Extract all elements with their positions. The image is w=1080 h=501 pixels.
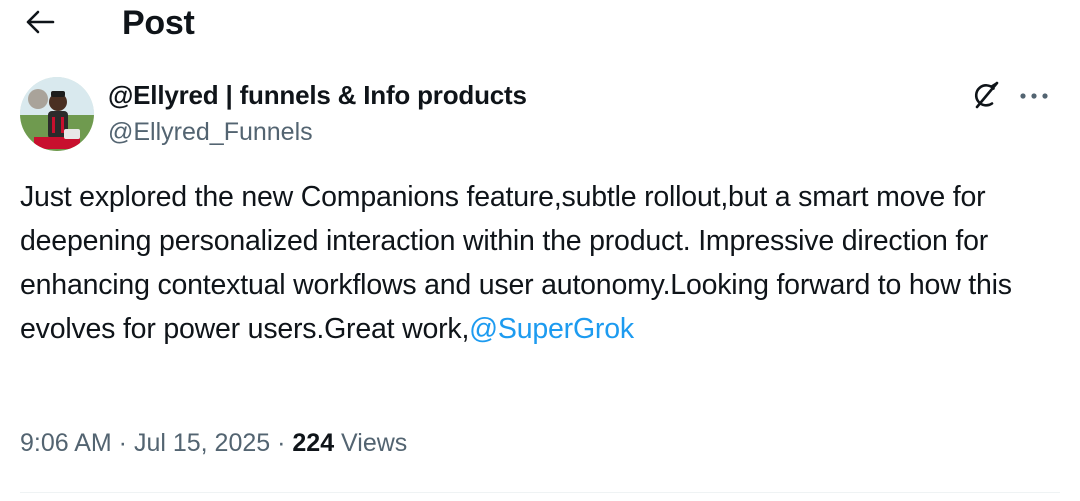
arrow-left-icon bbox=[25, 9, 55, 40]
avatar[interactable] bbox=[20, 77, 94, 151]
mention-link[interactable]: @SuperGrok bbox=[469, 313, 634, 345]
divider bbox=[20, 492, 1060, 493]
meta-separator: · bbox=[111, 429, 134, 457]
post-date[interactable]: Jul 15, 2025 bbox=[134, 429, 270, 457]
page-title: Post bbox=[122, 4, 195, 42]
grok-icon bbox=[970, 79, 1002, 116]
author-handle[interactable]: @Ellyred_Funnels bbox=[108, 116, 313, 148]
post-text: Just explored the new Companions feature… bbox=[20, 175, 1060, 351]
post-detail-page: Post @Ellyred | funnels & Info products … bbox=[0, 0, 1080, 501]
more-options-button[interactable] bbox=[1014, 79, 1054, 115]
post-time[interactable]: 9:06 AM bbox=[20, 429, 112, 457]
views-label: Views bbox=[334, 429, 408, 457]
top-bar: Post bbox=[0, 0, 1080, 50]
profile-photo-icon bbox=[20, 77, 94, 151]
back-button[interactable] bbox=[22, 6, 58, 42]
more-horizontal-icon bbox=[1019, 88, 1049, 106]
grok-button[interactable] bbox=[966, 79, 1006, 115]
meta-separator: · bbox=[270, 429, 293, 457]
author-display-name[interactable]: @Ellyred | funnels & Info products bbox=[108, 79, 527, 111]
views-count: 224 bbox=[292, 429, 335, 457]
post-metadata: 9:06 AM · Jul 15, 2025 · 224 Views bbox=[20, 425, 407, 461]
